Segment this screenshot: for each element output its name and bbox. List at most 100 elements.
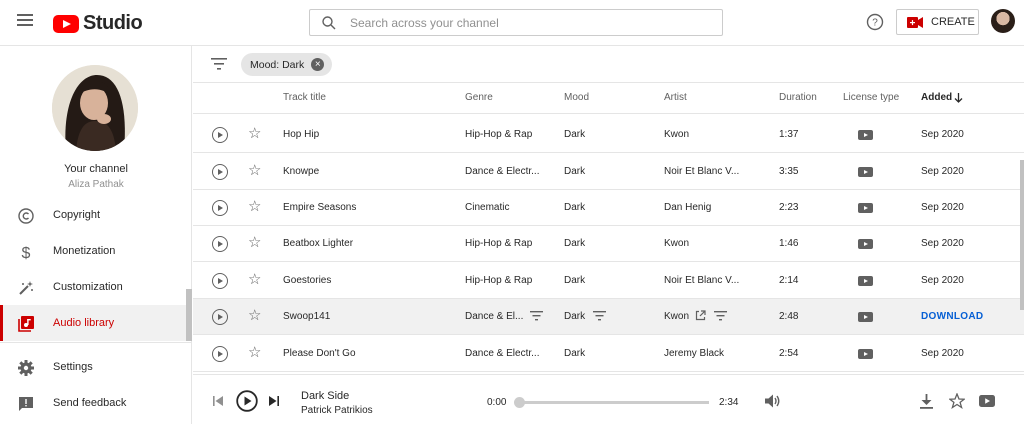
channel-title: Your channel xyxy=(64,163,128,175)
table-row[interactable]: ☆ Please Don't Go Dance & Electr... Dark… xyxy=(193,336,1024,372)
track-mood: Dark xyxy=(564,275,586,286)
youtube-license-icon xyxy=(858,312,873,322)
track-duration: 3:35 xyxy=(779,166,799,177)
play-icon[interactable] xyxy=(212,200,228,216)
table-row-hovered[interactable]: ☆ Swoop141 Dance & El... Dark Kwon 2:48 … xyxy=(193,299,1024,335)
column-added[interactable]: Added xyxy=(921,92,952,103)
play-icon[interactable] xyxy=(212,164,228,180)
youtube-license-icon xyxy=(858,349,873,359)
sidebar-item-audio-library[interactable]: Audio library xyxy=(0,305,186,341)
sidebar-item-customization[interactable]: Customization xyxy=(0,269,186,305)
sort-arrow-down-icon[interactable] xyxy=(954,93,963,103)
column-track-title[interactable]: Track title xyxy=(283,92,326,103)
table-row[interactable]: ☆ Goestories Hip-Hop & Rap Dark Noir Et … xyxy=(193,263,1024,299)
next-track-icon[interactable] xyxy=(269,396,279,406)
progress-handle[interactable] xyxy=(514,397,525,408)
column-duration[interactable]: Duration xyxy=(779,92,817,103)
track-genre: Hip-Hop & Rap xyxy=(465,238,533,249)
track-duration: 2:14 xyxy=(779,275,799,286)
track-added: Sep 2020 xyxy=(921,348,964,359)
sidebar-item-monetization[interactable]: $ Monetization xyxy=(0,233,186,269)
track-duration: 1:37 xyxy=(779,129,799,140)
now-playing-title: Dark Side xyxy=(301,390,350,402)
sidebar-item-label: Customization xyxy=(53,281,123,293)
menu-icon[interactable] xyxy=(17,14,33,28)
sidebar-item-label: Monetization xyxy=(53,245,116,257)
sidebar-item-copyright[interactable]: Copyright xyxy=(0,197,186,233)
account-avatar[interactable] xyxy=(991,9,1015,33)
star-icon[interactable]: ☆ xyxy=(248,163,261,179)
mood-filter-chip[interactable]: Mood: Dark × xyxy=(241,53,333,76)
youtube-icon[interactable] xyxy=(979,395,995,407)
track-artist: Kwon xyxy=(664,238,690,249)
table-row[interactable]: ☆ Empire Seasons Cinematic Dark Dan Heni… xyxy=(193,190,1024,226)
track-artist: Dan Henig xyxy=(664,202,712,213)
table-row[interactable]: ☆ Knowpe Dance & Electr... Dark Noir Et … xyxy=(193,154,1024,190)
channel-avatar[interactable] xyxy=(52,65,138,151)
sidebar-item-settings[interactable]: Settings xyxy=(0,349,186,385)
star-icon[interactable]: ☆ xyxy=(248,199,261,215)
column-genre[interactable]: Genre xyxy=(465,92,493,103)
track-mood: Dark xyxy=(564,238,586,249)
help-icon[interactable]: ? xyxy=(866,13,884,31)
play-icon[interactable] xyxy=(212,273,228,289)
sidebar-scrollbar[interactable] xyxy=(186,289,192,341)
table-row[interactable]: ☆ Hop Hip Hip-Hop & Rap Dark Kwon 1:37 S… xyxy=(193,117,1024,153)
star-icon[interactable]: ☆ xyxy=(248,126,261,142)
track-title: Empire Seasons xyxy=(283,202,357,213)
filter-icon[interactable] xyxy=(211,58,227,70)
column-mood[interactable]: Mood xyxy=(564,92,589,103)
play-icon[interactable] xyxy=(236,390,258,412)
create-button[interactable]: CREATE xyxy=(896,9,979,35)
track-title: Swoop141 xyxy=(283,311,331,322)
sidebar-item-send-feedback[interactable]: Send feedback xyxy=(0,385,186,421)
star-icon[interactable] xyxy=(949,393,965,409)
filter-by-genre-icon[interactable] xyxy=(530,311,543,321)
star-icon[interactable]: ☆ xyxy=(248,235,261,251)
star-icon[interactable]: ☆ xyxy=(248,345,261,361)
previous-track-icon[interactable] xyxy=(213,396,223,406)
svg-text:?: ? xyxy=(872,18,878,29)
track-artist: Noir Et Blanc V... xyxy=(664,275,740,286)
volume-icon[interactable] xyxy=(765,394,781,408)
filter-by-artist-icon[interactable] xyxy=(714,311,727,321)
column-license-type[interactable]: License type xyxy=(843,92,899,103)
track-added: Sep 2020 xyxy=(921,275,964,286)
track-title: Goestories xyxy=(283,275,332,286)
star-icon[interactable]: ☆ xyxy=(248,308,261,324)
filter-by-mood-icon[interactable] xyxy=(593,311,606,321)
track-artist: Kwon xyxy=(664,129,690,140)
remove-filter-icon[interactable]: × xyxy=(311,58,325,71)
track-genre: Cinematic xyxy=(465,202,510,213)
youtube-license-icon xyxy=(858,203,873,213)
track-mood: Dark xyxy=(564,129,586,140)
table-scrollbar[interactable] xyxy=(1020,160,1024,310)
download-icon[interactable] xyxy=(920,394,933,409)
feedback-icon xyxy=(19,397,33,411)
search-input[interactable] xyxy=(350,15,690,30)
open-external-icon[interactable] xyxy=(695,310,706,321)
studio-logo[interactable]: Studio xyxy=(53,12,143,35)
track-duration: 2:54 xyxy=(779,348,799,359)
star-icon[interactable]: ☆ xyxy=(248,272,261,288)
table-row[interactable]: ☆ Beatbox Lighter Hip-Hop & Rap Dark Kwo… xyxy=(193,226,1024,262)
download-link[interactable]: DOWNLOAD xyxy=(921,311,983,322)
track-added: Sep 2020 xyxy=(921,238,964,249)
track-mood: Dark xyxy=(564,166,586,177)
progress-bar[interactable] xyxy=(516,401,709,404)
column-artist[interactable]: Artist xyxy=(664,92,687,103)
track-genre: Dance & Electr... xyxy=(465,166,540,177)
dollar-icon: $ xyxy=(22,245,31,261)
search-box[interactable] xyxy=(309,9,723,36)
play-icon[interactable] xyxy=(212,309,228,325)
track-added: Sep 2020 xyxy=(921,129,964,140)
track-genre: Hip-Hop & Rap xyxy=(465,129,533,140)
play-icon[interactable] xyxy=(212,346,228,362)
track-title: Hop Hip xyxy=(283,129,320,140)
top-bar: Studio ? CREATE xyxy=(0,0,1024,46)
track-duration: 1:46 xyxy=(779,238,799,249)
play-icon[interactable] xyxy=(212,127,228,143)
logo-text: Studio xyxy=(83,12,143,34)
play-icon[interactable] xyxy=(212,236,228,252)
now-playing-artist: Patrick Patrikios xyxy=(301,405,373,416)
